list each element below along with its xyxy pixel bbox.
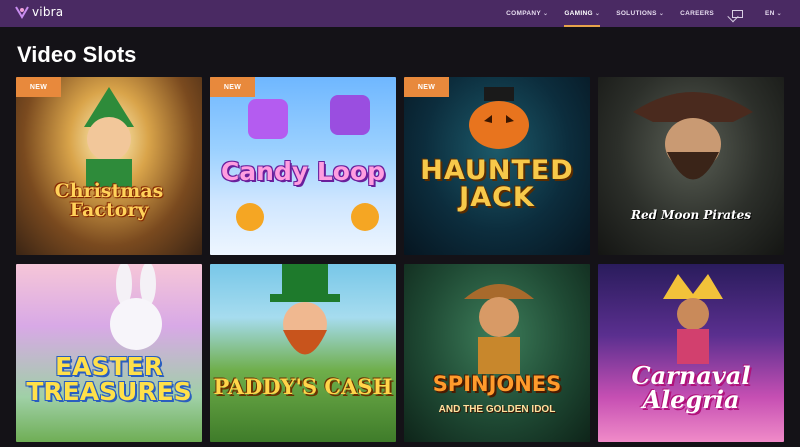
pumpkin-character-image — [469, 87, 529, 149]
game-title: Candy Loop — [220, 157, 386, 186]
nav-item-company[interactable]: COMPANY ⌄ — [506, 0, 548, 27]
leprechaun-character-image — [270, 264, 340, 355]
chevron-down-icon: ⌄ — [543, 11, 549, 17]
top-navigation-bar: vibra COMPANY ⌄ GAMING ⌄ SOLUTIONS ⌄ CAR… — [0, 0, 800, 27]
chevron-down-icon: ⌄ — [776, 11, 782, 17]
vibra-logo-icon — [15, 6, 29, 19]
game-tile-easter-treasures[interactable]: EASTER TREASURES — [16, 264, 202, 442]
brand-name: vibra — [32, 5, 64, 19]
page-title: Video Slots — [17, 42, 137, 67]
mail-icon[interactable] — [732, 9, 744, 18]
game-tile-red-moon-pirates[interactable]: Red Moon Pirates — [598, 77, 784, 255]
explorer-character-image — [464, 284, 534, 374]
game-title: HAUNTED JACK — [420, 155, 574, 213]
chevron-down-icon: ⌄ — [658, 11, 665, 17]
game-tile-spinjones[interactable]: SPINJONES AND THE GOLDEN IDOL — [404, 264, 590, 442]
game-title: SPINJONES — [432, 372, 562, 396]
game-title: Carnaval Alegria — [631, 361, 751, 414]
pirate-character-image — [633, 92, 753, 180]
dancer-character-image — [663, 274, 723, 364]
game-tile-haunted-jack[interactable]: NEW HAUNTED JACK — [404, 77, 590, 255]
game-tile-paddys-cash[interactable]: PADDY'S CASH — [210, 264, 396, 442]
chevron-down-icon: ⌄ — [594, 11, 601, 17]
main-nav: COMPANY ⌄ GAMING ⌄ SOLUTIONS ⌄ CAREERS E… — [490, 0, 782, 27]
game-tile-christmas-factory[interactable]: NEW Christmas Factory — [16, 77, 202, 255]
game-title: Red Moon Pirates — [631, 208, 751, 222]
language-label: EN — [765, 10, 775, 17]
new-badge: NEW — [16, 77, 61, 97]
new-badge: NEW — [210, 77, 255, 97]
game-title: PADDY'S CASH — [213, 374, 393, 399]
nav-item-label: SOLUTIONS — [616, 10, 657, 17]
bunny-character-image — [110, 264, 162, 350]
nav-item-label: COMPANY — [506, 10, 541, 17]
nav-item-label: GAMING — [564, 10, 593, 17]
new-badge: NEW — [404, 77, 449, 97]
nav-item-solutions[interactable]: SOLUTIONS ⌄ — [616, 0, 664, 27]
game-tile-carnaval-alegria[interactable]: Carnaval Alegria — [598, 264, 784, 442]
nav-item-gaming[interactable]: GAMING ⌄ — [564, 0, 601, 27]
nav-item-careers[interactable]: CAREERS — [680, 0, 714, 27]
brand-logo[interactable]: vibra — [15, 5, 63, 19]
game-title: Christmas Factory — [54, 180, 164, 221]
game-subtitle: AND THE GOLDEN IDOL — [438, 404, 556, 415]
game-title: EASTER TREASURES — [26, 352, 192, 406]
nav-item-label: CAREERS — [680, 10, 715, 17]
language-selector[interactable]: EN ⌄ — [765, 0, 782, 27]
game-tile-candy-loop[interactable]: NEW Candy Loop — [210, 77, 396, 255]
elf-character-image — [84, 87, 134, 187]
